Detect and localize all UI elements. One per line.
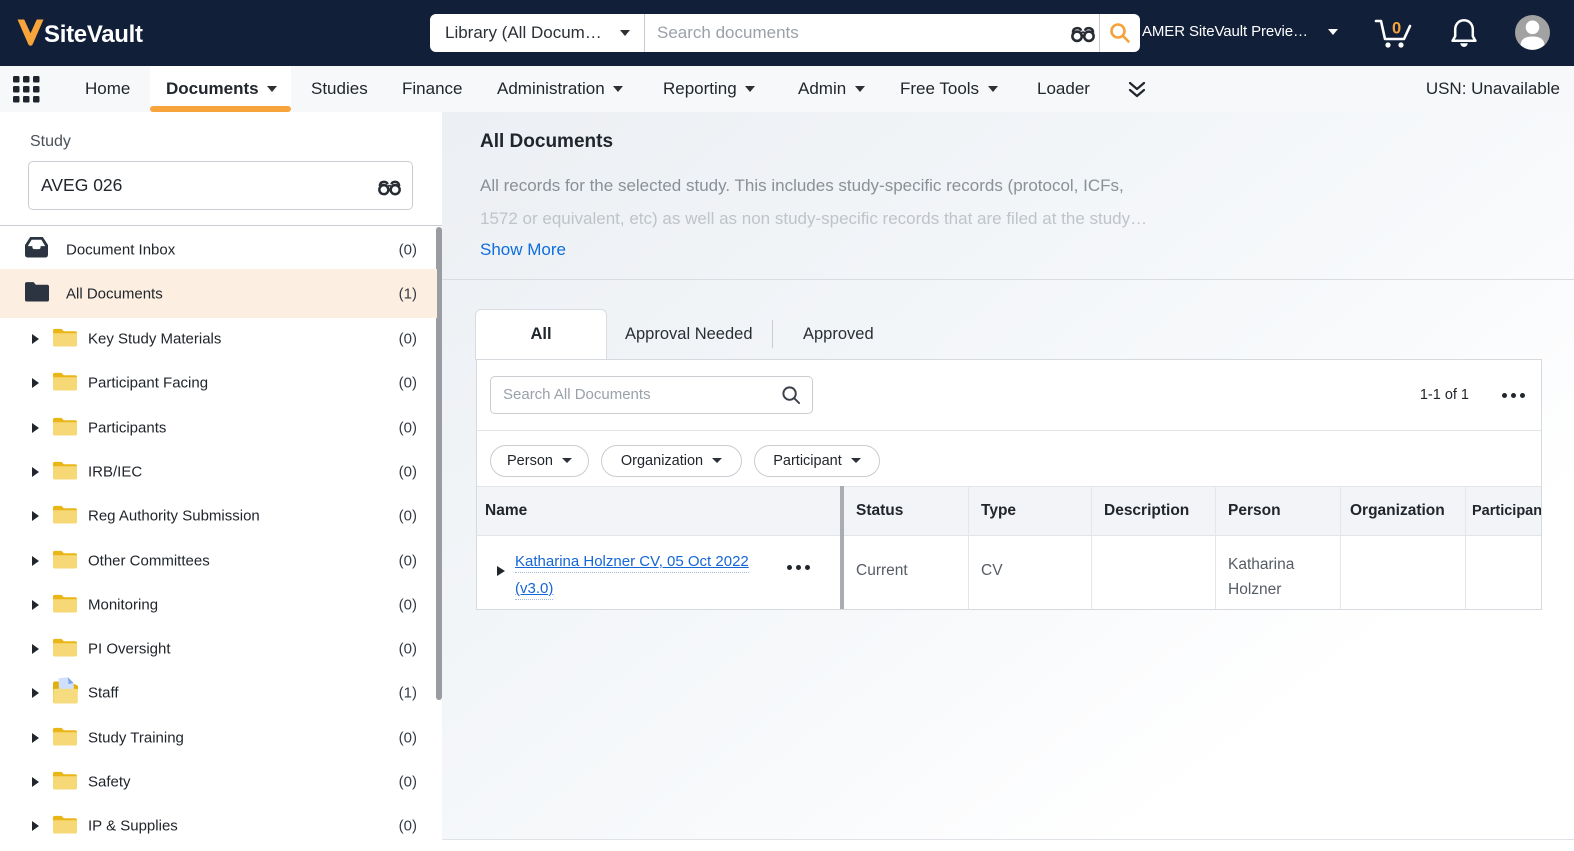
- svg-text:0: 0: [1392, 20, 1401, 38]
